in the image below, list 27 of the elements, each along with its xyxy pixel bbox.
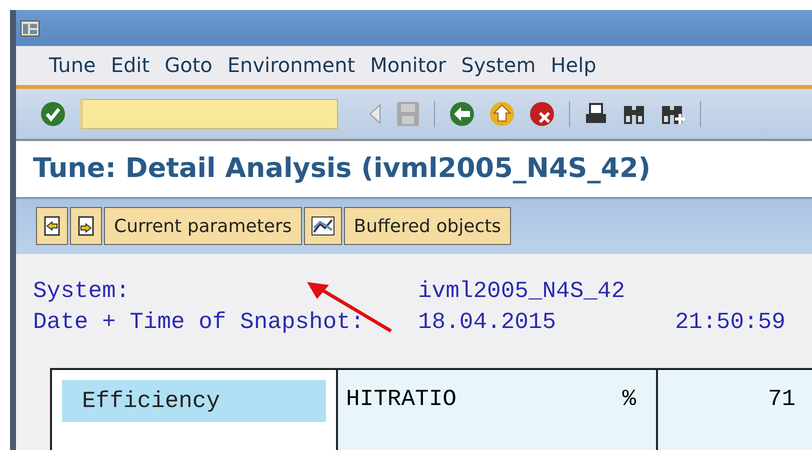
table-cell: % bbox=[622, 386, 636, 414]
app-icon bbox=[20, 18, 40, 38]
next-page-button[interactable] bbox=[70, 207, 102, 246]
menu-item[interactable]: Goto bbox=[164, 53, 212, 78]
table-cell: HITRATIO bbox=[346, 386, 456, 414]
field-value: 18.04.2015 bbox=[418, 308, 556, 337]
menu-item[interactable]: Edit bbox=[110, 53, 150, 78]
cancel-icon[interactable] bbox=[529, 101, 555, 128]
menu-item[interactable]: System bbox=[461, 53, 536, 78]
menu-item[interactable]: Tune bbox=[49, 53, 96, 78]
graph-button[interactable] bbox=[304, 207, 342, 246]
toolbar-button[interactable]: Buffered objects bbox=[344, 207, 512, 246]
table-cell: 71 bbox=[768, 386, 796, 412]
field-value: ivml2005_N4S_42 bbox=[418, 278, 626, 306]
menu-item[interactable]: Environment bbox=[227, 53, 356, 78]
field-label: Date + Time of Snapshot: bbox=[33, 308, 364, 337]
screen-title: Tune: Detail Analysis (ivml2005_N4S_42) bbox=[33, 153, 651, 184]
toolbar-button[interactable]: Current parameters bbox=[104, 207, 302, 246]
line-chart-icon bbox=[310, 216, 335, 236]
row-header: Efficiency bbox=[62, 380, 326, 422]
command-field[interactable] bbox=[80, 99, 338, 130]
previous-page-button[interactable] bbox=[36, 207, 68, 246]
menu-item[interactable]: Help bbox=[550, 53, 596, 78]
menu-item[interactable]: Monitor bbox=[370, 53, 446, 78]
field-value: 21:50:59 bbox=[675, 308, 786, 337]
enter-icon[interactable] bbox=[40, 101, 66, 128]
field-label: System: bbox=[33, 278, 130, 306]
